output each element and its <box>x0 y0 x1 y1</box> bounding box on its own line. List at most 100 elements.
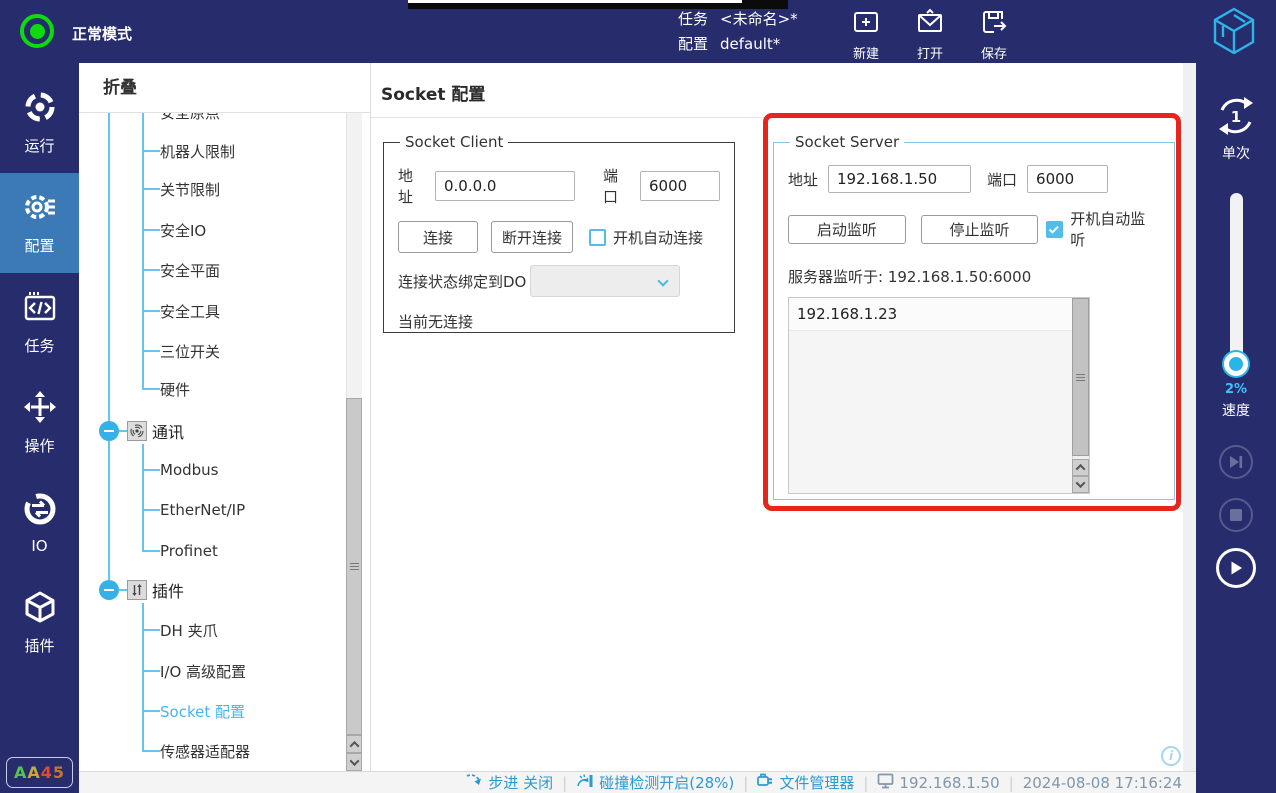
tree-node-plugin[interactable]: 插件 <box>79 578 279 602</box>
sidebar-item-run[interactable]: 运行 <box>0 73 79 173</box>
tree-item[interactable]: 三位开关 <box>160 339 220 363</box>
bind-do-label: 连接状态绑定到DO <box>398 272 527 291</box>
tree-item-socket-config[interactable]: Socket 配置 <box>160 699 245 723</box>
file-manager-status[interactable]: 文件管理器 <box>757 772 854 793</box>
tree-stub <box>142 269 160 271</box>
tree-stub <box>142 469 160 471</box>
connect-button[interactable]: 连接 <box>398 221 478 253</box>
sidebar-item-label: 配置 <box>24 237 55 255</box>
server-address-input[interactable] <box>828 165 972 193</box>
speed-value: 2% <box>1224 382 1248 397</box>
socket-client-legend: Socket Client <box>405 133 504 151</box>
speed-slider[interactable] <box>1224 193 1248 376</box>
tree-item[interactable]: 安全工具 <box>160 299 220 323</box>
info-icon[interactable]: i <box>1161 746 1181 766</box>
disconnect-button[interactable]: 断开连接 <box>491 221 573 253</box>
tree-item[interactable]: I/O 高级配置 <box>160 659 246 683</box>
save-button[interactable]: 保存 <box>962 8 1026 62</box>
tree-stub <box>142 150 160 152</box>
client-address-label: 地址 <box>398 167 414 206</box>
tree-item[interactable]: DH 夹爪 <box>160 618 218 642</box>
client-port-input[interactable] <box>640 171 720 201</box>
config-gear-icon <box>23 190 57 228</box>
separator: | <box>863 773 869 792</box>
hardware-badge[interactable]: AA45 <box>6 757 73 788</box>
config-value: default* <box>720 35 781 53</box>
sidebar-item-operate[interactable]: 操作 <box>0 373 79 473</box>
list-scrollbar-thumb[interactable] <box>1072 298 1089 456</box>
speed-label: 速度 <box>1222 403 1250 419</box>
tree-stub <box>142 388 160 390</box>
list-scroll-down-button[interactable] <box>1072 476 1089 493</box>
autoconnect-checkbox[interactable] <box>589 228 606 246</box>
tree-item[interactable]: Modbus <box>160 458 218 482</box>
collapse-toggle-icon[interactable] <box>99 580 119 600</box>
client-address-input[interactable] <box>435 171 575 201</box>
tree-item[interactable]: 安全IO <box>160 218 206 242</box>
tree-item[interactable]: 机器人限制 <box>160 139 235 163</box>
stop-listen-button[interactable]: 停止监听 <box>920 214 1039 244</box>
tree-item[interactable]: 安全平面 <box>160 258 220 282</box>
collapse-header[interactable]: 折叠 <box>79 63 370 113</box>
new-file-icon <box>852 8 880 40</box>
collision-detect-status[interactable]: 碰撞检测开启(28%) <box>576 772 734 793</box>
single-run-icon[interactable]: 1 <box>1213 93 1259 143</box>
server-port-input[interactable] <box>1027 165 1109 193</box>
tree-item[interactable]: 关节限制 <box>160 177 220 201</box>
task-label: 任务 <box>678 10 709 28</box>
single-run-label: 单次 <box>1222 146 1250 162</box>
tree-item[interactable]: Profinet <box>160 539 218 563</box>
tree-stub <box>142 310 160 312</box>
topbar-actions: 新建 打开 保存 <box>834 8 1026 62</box>
tree-item[interactable]: 硬件 <box>160 377 190 401</box>
sidebar-item-plugin[interactable]: 插件 <box>0 573 79 673</box>
chevron-down-icon <box>657 275 670 287</box>
main-panel: Socket 配置 Socket Client 地址 端口 连接 断开连接 开机… <box>371 63 1183 771</box>
start-listen-button[interactable]: 启动监听 <box>788 214 906 244</box>
bind-do-dropdown[interactable] <box>530 265 681 297</box>
sidebar-item-label: 运行 <box>24 137 55 155</box>
new-button-label: 新建 <box>852 47 879 62</box>
sidebar-item-label: 插件 <box>24 637 55 655</box>
brand-logo-icon <box>1208 5 1260 61</box>
tree-item-clipped[interactable]: 安全原点 <box>160 113 220 124</box>
tree-node-comm[interactable]: 通讯 <box>79 419 279 443</box>
client-list[interactable]: 192.168.1.23 <box>788 297 1090 494</box>
run-icon <box>23 90 57 128</box>
stop-button[interactable] <box>1219 498 1253 532</box>
play-button[interactable] <box>1216 548 1256 588</box>
separator: | <box>562 773 568 792</box>
sidebar-item-io[interactable]: IO <box>0 473 79 573</box>
tree-stub <box>119 430 127 432</box>
config-tree-panel: 折叠 安全原点 机器人限制 关节限制 安全IO 安全平面 安全工具 三位开关 硬… <box>79 63 371 771</box>
tree-branch-line <box>142 113 144 390</box>
task-value: <未命名>* <box>720 10 798 28</box>
left-sidebar: 运行 配置 任务 操作 IO 插件 A A 4 5 <box>0 63 79 793</box>
separator: | <box>1008 773 1014 792</box>
client-list-item[interactable]: 192.168.1.23 <box>789 298 1089 331</box>
collision-icon <box>576 773 594 793</box>
step-mode-status[interactable]: 步进 关闭 <box>466 772 553 793</box>
sidebar-item-task[interactable]: 任务 <box>0 273 79 373</box>
io-plug-icon <box>127 580 147 600</box>
page-title: Socket 配置 <box>381 85 486 105</box>
new-button[interactable]: 新建 <box>834 8 898 62</box>
tree-item[interactable]: EtherNet/IP <box>160 498 245 522</box>
sidebar-item-config[interactable]: 配置 <box>0 173 79 273</box>
open-file-icon <box>916 8 944 40</box>
sidebar-item-label: 操作 <box>24 437 55 455</box>
list-scroll-up-button[interactable] <box>1072 459 1089 476</box>
speed-slider-thumb[interactable] <box>1224 352 1248 376</box>
scroll-up-button[interactable] <box>346 735 362 753</box>
autolisten-checkbox[interactable] <box>1046 220 1064 238</box>
collapse-toggle-icon[interactable] <box>99 421 119 441</box>
broadcast-icon <box>127 421 147 441</box>
tree-scrollbar-thumb[interactable] <box>346 398 362 735</box>
step-forward-button[interactable] <box>1219 445 1253 479</box>
client-status-text: 当前无连接 <box>398 313 474 331</box>
open-button[interactable]: 打开 <box>898 8 962 62</box>
client-port-label: 端口 <box>603 167 619 206</box>
scroll-down-button[interactable] <box>346 753 362 771</box>
status-bar: 步进 关闭 | 碰撞检测开启(28%) | 文件管理器 | 192.168.1.… <box>79 771 1196 793</box>
tree-item[interactable]: 传感器适配器 <box>160 739 250 763</box>
